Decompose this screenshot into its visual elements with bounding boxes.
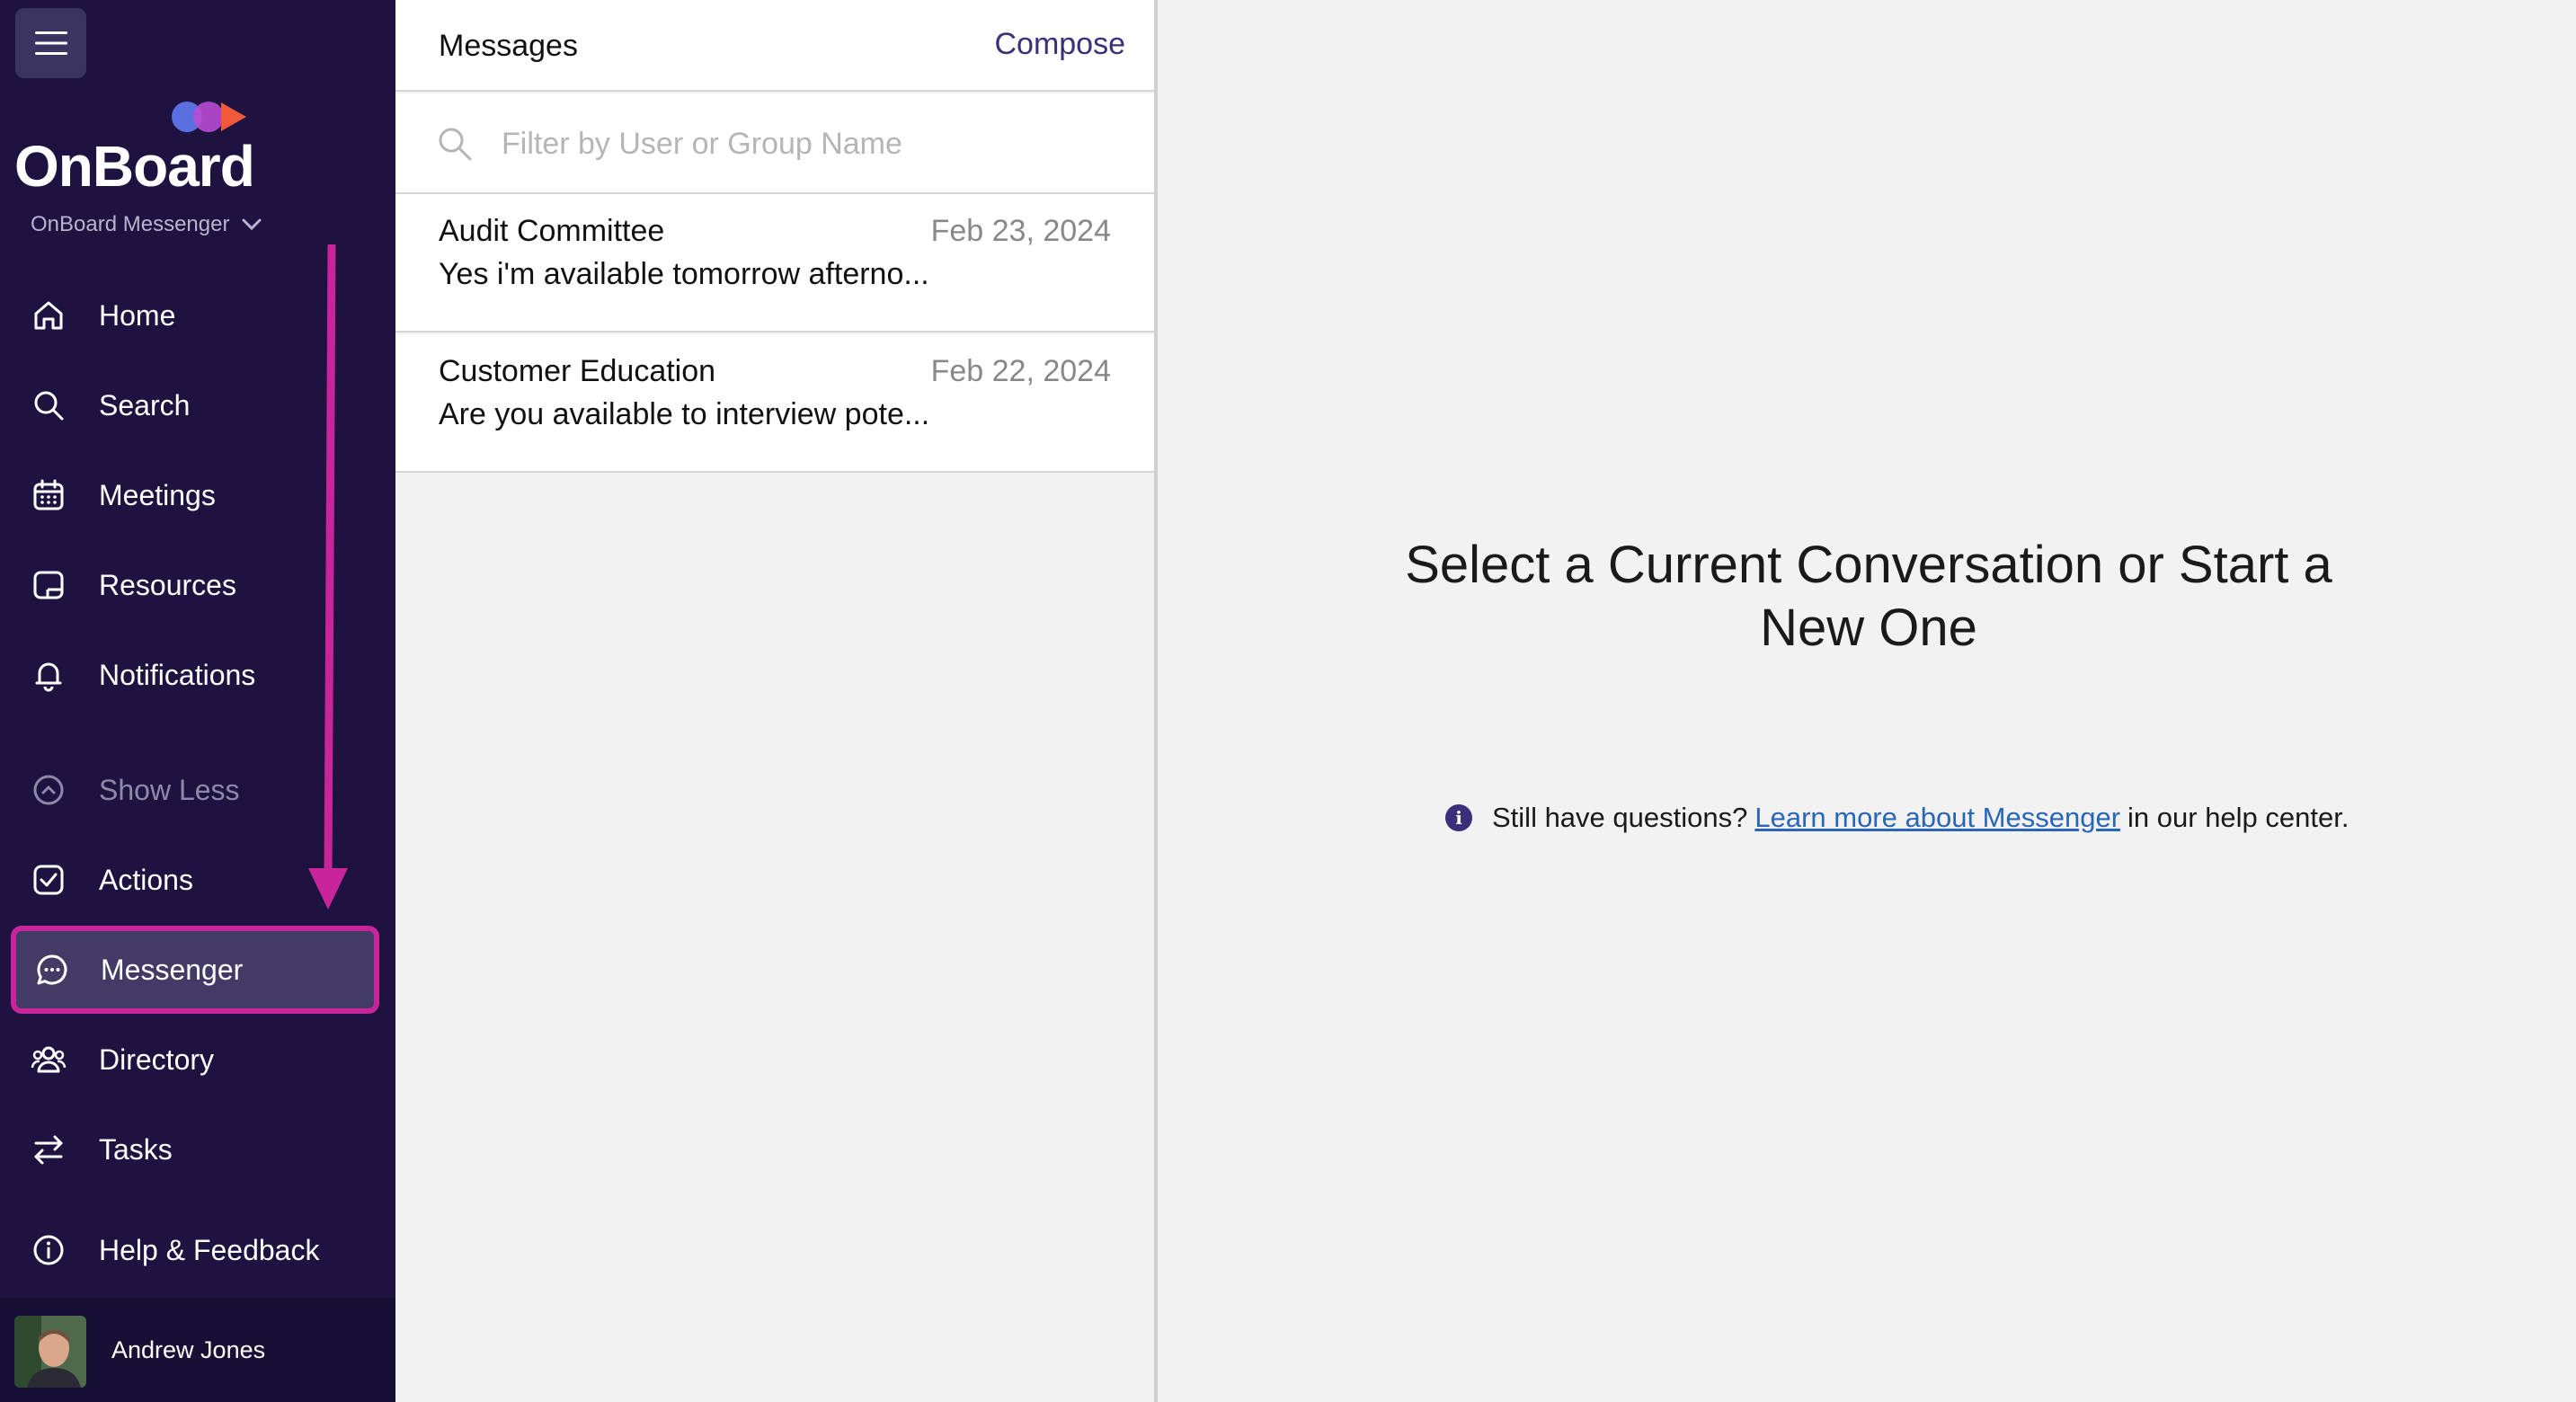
sidebar-item-directory[interactable]: Directory [13, 1021, 378, 1098]
sidebar-item-label: Search [99, 388, 191, 421]
sidebar-item-help-feedback[interactable]: Help & Feedback [13, 1211, 378, 1289]
swap-arrows-icon [31, 1131, 67, 1167]
sidebar-item-label: Actions [99, 863, 193, 896]
logo-text: OnBoard [14, 134, 255, 199]
sidebar: OnBoard OnBoard Messenger Home Search Me… [0, 0, 395, 1402]
sidebar-item-label: Messenger [101, 953, 244, 986]
conversation-item[interactable]: Audit Committee Feb 23, 2024 Yes i'm ava… [395, 194, 1154, 333]
bell-icon [31, 657, 67, 693]
sidebar-item-messenger[interactable]: Messenger [11, 926, 379, 1014]
filter-input[interactable] [502, 117, 1113, 171]
sidebar-item-meetings[interactable]: Meetings [13, 457, 378, 534]
sidebar-item-label: Resources [99, 568, 236, 601]
menu-toggle-button[interactable] [15, 8, 86, 78]
sidebar-item-label: Show Less [99, 773, 240, 806]
sidebar-item-actions[interactable]: Actions [13, 841, 378, 918]
sidebar-item-label: Home [99, 298, 176, 332]
onboard-logo[interactable]: OnBoard [14, 95, 257, 199]
calendar-icon [31, 477, 67, 513]
conversation-name: Audit Committee [439, 214, 665, 248]
filter-bar [395, 93, 1154, 194]
workspace-label: OnBoard Messenger [31, 212, 230, 236]
conversation-area: Select a Current Conversation or Start a… [1161, 0, 2576, 1402]
messages-header: Messages Compose [395, 0, 1154, 92]
home-icon [31, 297, 67, 333]
sidebar-item-resources[interactable]: Resources [13, 546, 378, 624]
conversation-item[interactable]: Customer Education Feb 22, 2024 Are you … [395, 334, 1154, 473]
help-suffix: in our help center. [2127, 802, 2349, 833]
sidebar-item-search[interactable]: Search [13, 367, 378, 444]
checkbox-icon [31, 862, 67, 898]
logo-mark-icon [172, 102, 246, 132]
sidebar-item-label: Notifications [99, 658, 256, 691]
conversation-date: Feb 22, 2024 [930, 354, 1111, 388]
messages-panel: Messages Compose Audit Committee Feb 23,… [395, 0, 1158, 1402]
compose-button[interactable]: Compose [994, 27, 1125, 62]
conversation-date: Feb 23, 2024 [930, 214, 1111, 248]
sidebar-item-label: Tasks [99, 1132, 173, 1166]
sidebar-item-label: Help & Feedback [99, 1233, 320, 1266]
conversation-preview: Are you available to interview pote... [439, 397, 930, 431]
avatar [14, 1316, 86, 1388]
info-icon: i [1445, 804, 1472, 831]
sidebar-item-label: Directory [99, 1043, 215, 1076]
sidebar-item-label: Meetings [99, 478, 216, 511]
search-icon [31, 387, 67, 423]
user-profile[interactable]: Andrew Jones [0, 1298, 395, 1402]
chevron-down-icon [242, 218, 262, 231]
sidebar-item-notifications[interactable]: Notifications [13, 636, 378, 714]
people-icon [31, 1042, 67, 1078]
sidebar-item-home[interactable]: Home [13, 277, 378, 354]
sidebar-show-less[interactable]: Show Less [13, 751, 378, 829]
folder-icon [31, 567, 67, 603]
help-line: i Still have questions? Learn more about… [1445, 802, 2349, 834]
search-icon [435, 124, 475, 164]
conversation-name: Customer Education [439, 354, 716, 388]
empty-state-title: Select a Current Conversation or Start a… [1405, 536, 2332, 657]
chat-bubble-icon [34, 952, 70, 988]
chevron-up-circle-icon [31, 772, 67, 808]
hamburger-icon [34, 31, 67, 55]
help-prefix: Still have questions? [1492, 802, 1748, 833]
user-name: Andrew Jones [111, 1335, 266, 1363]
workspace-switcher[interactable]: OnBoard Messenger [31, 212, 262, 237]
sidebar-item-tasks[interactable]: Tasks [13, 1111, 378, 1188]
learn-more-link[interactable]: Learn more about Messenger [1754, 802, 2120, 834]
conversation-preview: Yes i'm available tomorrow afterno... [439, 257, 929, 291]
messages-title: Messages [439, 29, 578, 63]
info-icon [31, 1232, 67, 1268]
